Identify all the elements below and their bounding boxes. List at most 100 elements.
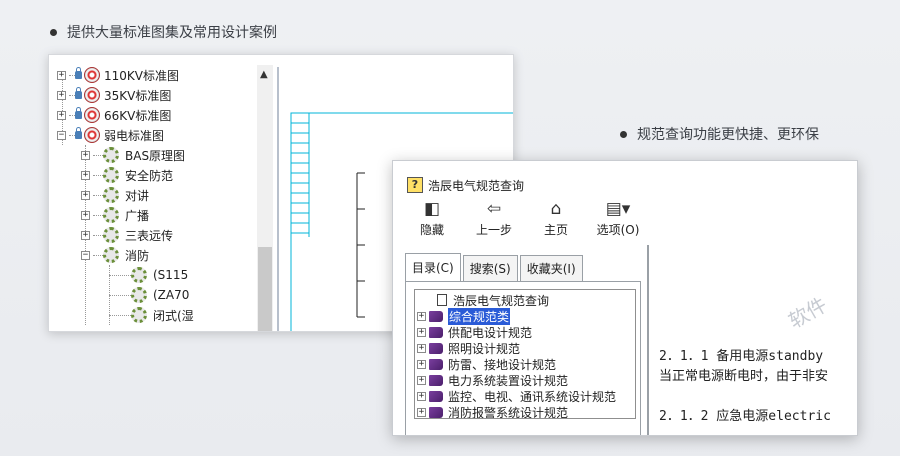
spec-query-window: ? 浩辰电气规范查询 ◧ 隐藏 ⇦ 上一步 ⌂ 主页 ▤▾ 选项(O) 目录(C… xyxy=(392,160,858,436)
tab-contents[interactable]: 目录(C) xyxy=(405,253,461,281)
expand-toggle[interactable]: + xyxy=(57,70,66,80)
back-button-label: 上一步 xyxy=(475,223,512,237)
lock-icon xyxy=(75,107,82,119)
tree-item-broadcast[interactable]: + 广播 xyxy=(81,205,149,225)
tree-item-label: 66KV标准图 xyxy=(104,108,172,123)
tree-item-general[interactable]: + 综合规范类 xyxy=(417,307,511,325)
caption-spec-text: 规范查询功能更快捷、更环保 xyxy=(637,127,819,143)
tree-item-meter[interactable]: + 三表远传 xyxy=(81,225,173,245)
expand-toggle[interactable]: + xyxy=(417,359,426,369)
atlas-tree: +110KV标准图 +35KV标准图 +66KV标准图 − 弱电标准图 + BAS原… xyxy=(57,65,257,325)
home-button[interactable]: ⌂ 主页 xyxy=(525,199,587,243)
options-button-label: 选项(O) xyxy=(596,223,640,237)
expand-toggle[interactable]: + xyxy=(417,311,426,321)
scroll-thumb[interactable] xyxy=(258,247,272,331)
disc-icon xyxy=(84,87,100,103)
tree-scrollbar[interactable]: ▲ xyxy=(257,65,273,331)
home-button-label: 主页 xyxy=(543,223,568,237)
options-icon: ▤▾ xyxy=(605,199,631,219)
book-icon xyxy=(429,390,443,402)
back-arrow-icon: ⇦ xyxy=(486,199,502,219)
expand-toggle[interactable]: + xyxy=(81,170,90,180)
bullet-dot xyxy=(50,28,57,36)
help-book-icon: ? xyxy=(407,177,423,193)
hide-button[interactable]: ◧ 隐藏 xyxy=(401,199,463,243)
tree-item-label: 防雷、接地设计规范 xyxy=(448,357,557,372)
tab-favorites[interactable]: 收藏夹(I) xyxy=(519,255,583,281)
lock-icon xyxy=(75,127,82,139)
hide-icon: ◧ xyxy=(423,199,441,219)
tree-root[interactable]: 浩辰电气规范查询 xyxy=(417,292,549,308)
tree-item-label: 对讲 xyxy=(125,188,150,203)
pane-splitter[interactable] xyxy=(647,245,649,435)
document-icon xyxy=(437,294,447,306)
tree-item-label: 供配电设计规范 xyxy=(448,325,533,340)
tree-item-closed-wet[interactable]: 闭式(湿 xyxy=(109,305,194,325)
window-title: 浩辰电气规范查询 xyxy=(428,178,525,193)
toolbar: ◧ 隐藏 ⇦ 上一步 ⌂ 主页 ▤▾ 选项(O) xyxy=(401,199,649,243)
expand-toggle[interactable]: + xyxy=(57,110,66,120)
window-titlebar: ? 浩辰电气规范查询 xyxy=(407,175,524,195)
disc-icon xyxy=(84,127,100,143)
expand-toggle[interactable]: + xyxy=(417,343,426,353)
tree-item-lightning[interactable]: + 防雷、接地设计规范 xyxy=(417,356,556,372)
tree-item-lighting[interactable]: + 照明设计规范 xyxy=(417,340,520,356)
tree-item-label: 综合规范类 xyxy=(448,307,511,325)
tree-item-label: 三表远传 xyxy=(125,228,174,243)
gear-folder-icon xyxy=(103,147,119,163)
book-icon xyxy=(429,358,443,370)
caption-atlas-text: 提供大量标准图集及常用设计案例 xyxy=(67,25,277,41)
expand-toggle[interactable]: + xyxy=(57,90,66,100)
tree-item-fire[interactable]: − 消防 xyxy=(81,245,149,265)
lock-icon xyxy=(75,67,82,79)
tree-item-s115[interactable]: (S115 xyxy=(109,265,188,285)
gear-folder-icon xyxy=(103,187,119,203)
tree-item-fire-alarm[interactable]: + 消防报警系统设计规范 xyxy=(417,404,569,419)
tree-item-label: BAS原理图 xyxy=(125,148,186,163)
tree-item-intercom[interactable]: + 对讲 xyxy=(81,185,149,205)
expand-toggle[interactable]: + xyxy=(417,327,426,337)
tree-item-monitoring[interactable]: + 监控、电视、通讯系统设计规范 xyxy=(417,388,616,404)
tree-item-label: 110KV标准图 xyxy=(104,68,179,83)
tree-item-weak-current[interactable]: − 弱电标准图 xyxy=(57,125,164,145)
expand-toggle[interactable]: + xyxy=(417,407,426,417)
collapse-toggle[interactable]: − xyxy=(81,250,90,260)
tree-item-label: 安全防范 xyxy=(125,168,174,183)
tree-root-label: 浩辰电气规范查询 xyxy=(453,293,550,308)
tree-item-label: 消防报警系统设计规范 xyxy=(448,405,569,419)
contents-pane: 浩辰电气规范查询 + 综合规范类 + 供配电设计规范 + 照明设计规范 + 防雷、接地设… xyxy=(405,281,641,435)
back-button[interactable]: ⇦ 上一步 xyxy=(463,199,525,243)
book-icon xyxy=(429,326,443,338)
expand-toggle[interactable]: + xyxy=(417,375,426,385)
tree-item-label: 弱电标准图 xyxy=(104,128,165,143)
tree-item-label: 广播 xyxy=(125,208,150,223)
gear-folder-icon xyxy=(103,227,119,243)
tree-item-bas[interactable]: + BAS原理图 xyxy=(81,145,185,165)
caption-spec: 规范查询功能更快捷、更环保 xyxy=(620,124,819,144)
expand-toggle[interactable]: + xyxy=(81,190,90,200)
gear-folder-icon xyxy=(103,207,119,223)
content-line: 2．1．2 应急电源electric xyxy=(659,409,831,424)
tree-item-za70[interactable]: (ZA70 xyxy=(109,285,189,305)
expand-toggle[interactable]: + xyxy=(81,150,90,160)
expand-toggle[interactable]: + xyxy=(417,391,426,401)
hide-button-label: 隐藏 xyxy=(419,223,444,237)
tree-item-power-supply[interactable]: + 供配电设计规范 xyxy=(417,324,532,340)
scroll-up-icon[interactable]: ▲ xyxy=(260,69,268,80)
content-pane: 软件 2．1．1 备用电源standby 当正常电源断电时，由于非安 2．1．2… xyxy=(651,245,857,435)
collapse-toggle[interactable]: − xyxy=(57,130,66,140)
home-icon: ⌂ xyxy=(550,199,562,219)
tab-search[interactable]: 搜索(S) xyxy=(462,255,518,281)
expand-toggle[interactable]: + xyxy=(81,210,90,220)
tree-item-label: 闭式(湿 xyxy=(153,308,194,323)
tree-item-110kv[interactable]: +110KV标准图 xyxy=(57,65,179,85)
tree-item-35kv[interactable]: +35KV标准图 xyxy=(57,85,171,105)
options-button[interactable]: ▤▾ 选项(O) xyxy=(587,199,649,243)
tree-item-power-system[interactable]: + 电力系统装置设计规范 xyxy=(417,372,568,388)
tree-item-security[interactable]: + 安全防范 xyxy=(81,165,173,185)
lock-icon xyxy=(75,87,82,99)
expand-toggle[interactable]: + xyxy=(81,230,90,240)
nav-tabs: 目录(C) 搜索(S) 收藏夹(I) xyxy=(405,253,585,281)
tree-item-66kv[interactable]: +66KV标准图 xyxy=(57,105,171,125)
tree-item-label: 照明设计规范 xyxy=(448,341,521,356)
